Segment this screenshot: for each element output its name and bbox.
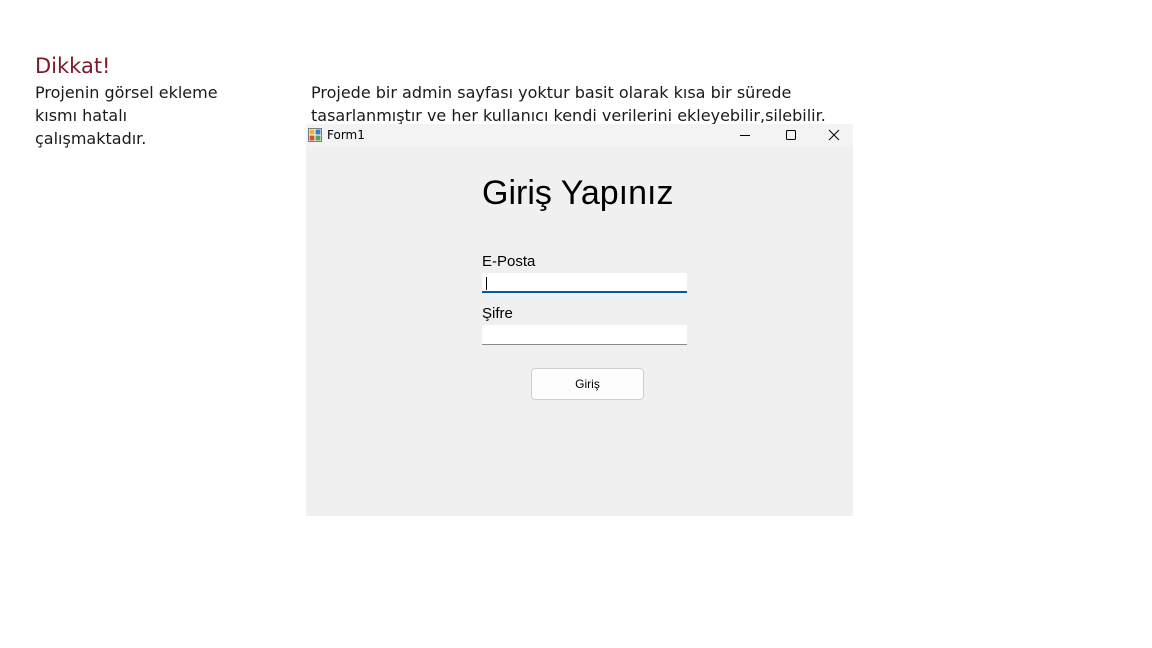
info-text: Projede bir admin sayfası yoktur basit o…	[311, 83, 826, 125]
close-icon	[828, 129, 839, 141]
warning-note-body: Projenin görsel ekleme kısmı hatalı çalı…	[35, 83, 218, 148]
email-label: E-Posta	[482, 253, 536, 270]
minimize-icon	[740, 135, 750, 136]
form-heading: Giriş Yapınız	[482, 174, 674, 212]
email-field[interactable]	[482, 273, 687, 293]
login-window: Form1 Giriş Yapınız E-Posta Şifre Giriş	[306, 124, 853, 516]
warning-note-title: Dikkat!	[35, 54, 111, 78]
window-titlebar[interactable]: Form1	[306, 124, 853, 146]
minimize-button[interactable]	[722, 124, 768, 146]
password-field[interactable]	[482, 325, 687, 345]
window-title: Form1	[327, 128, 365, 142]
app-icon	[308, 128, 322, 142]
close-button[interactable]	[814, 124, 853, 146]
maximize-button[interactable]	[768, 124, 814, 146]
maximize-icon	[786, 130, 796, 140]
password-label: Şifre	[482, 305, 513, 322]
text-caret	[486, 277, 487, 290]
login-button[interactable]: Giriş	[531, 368, 644, 400]
